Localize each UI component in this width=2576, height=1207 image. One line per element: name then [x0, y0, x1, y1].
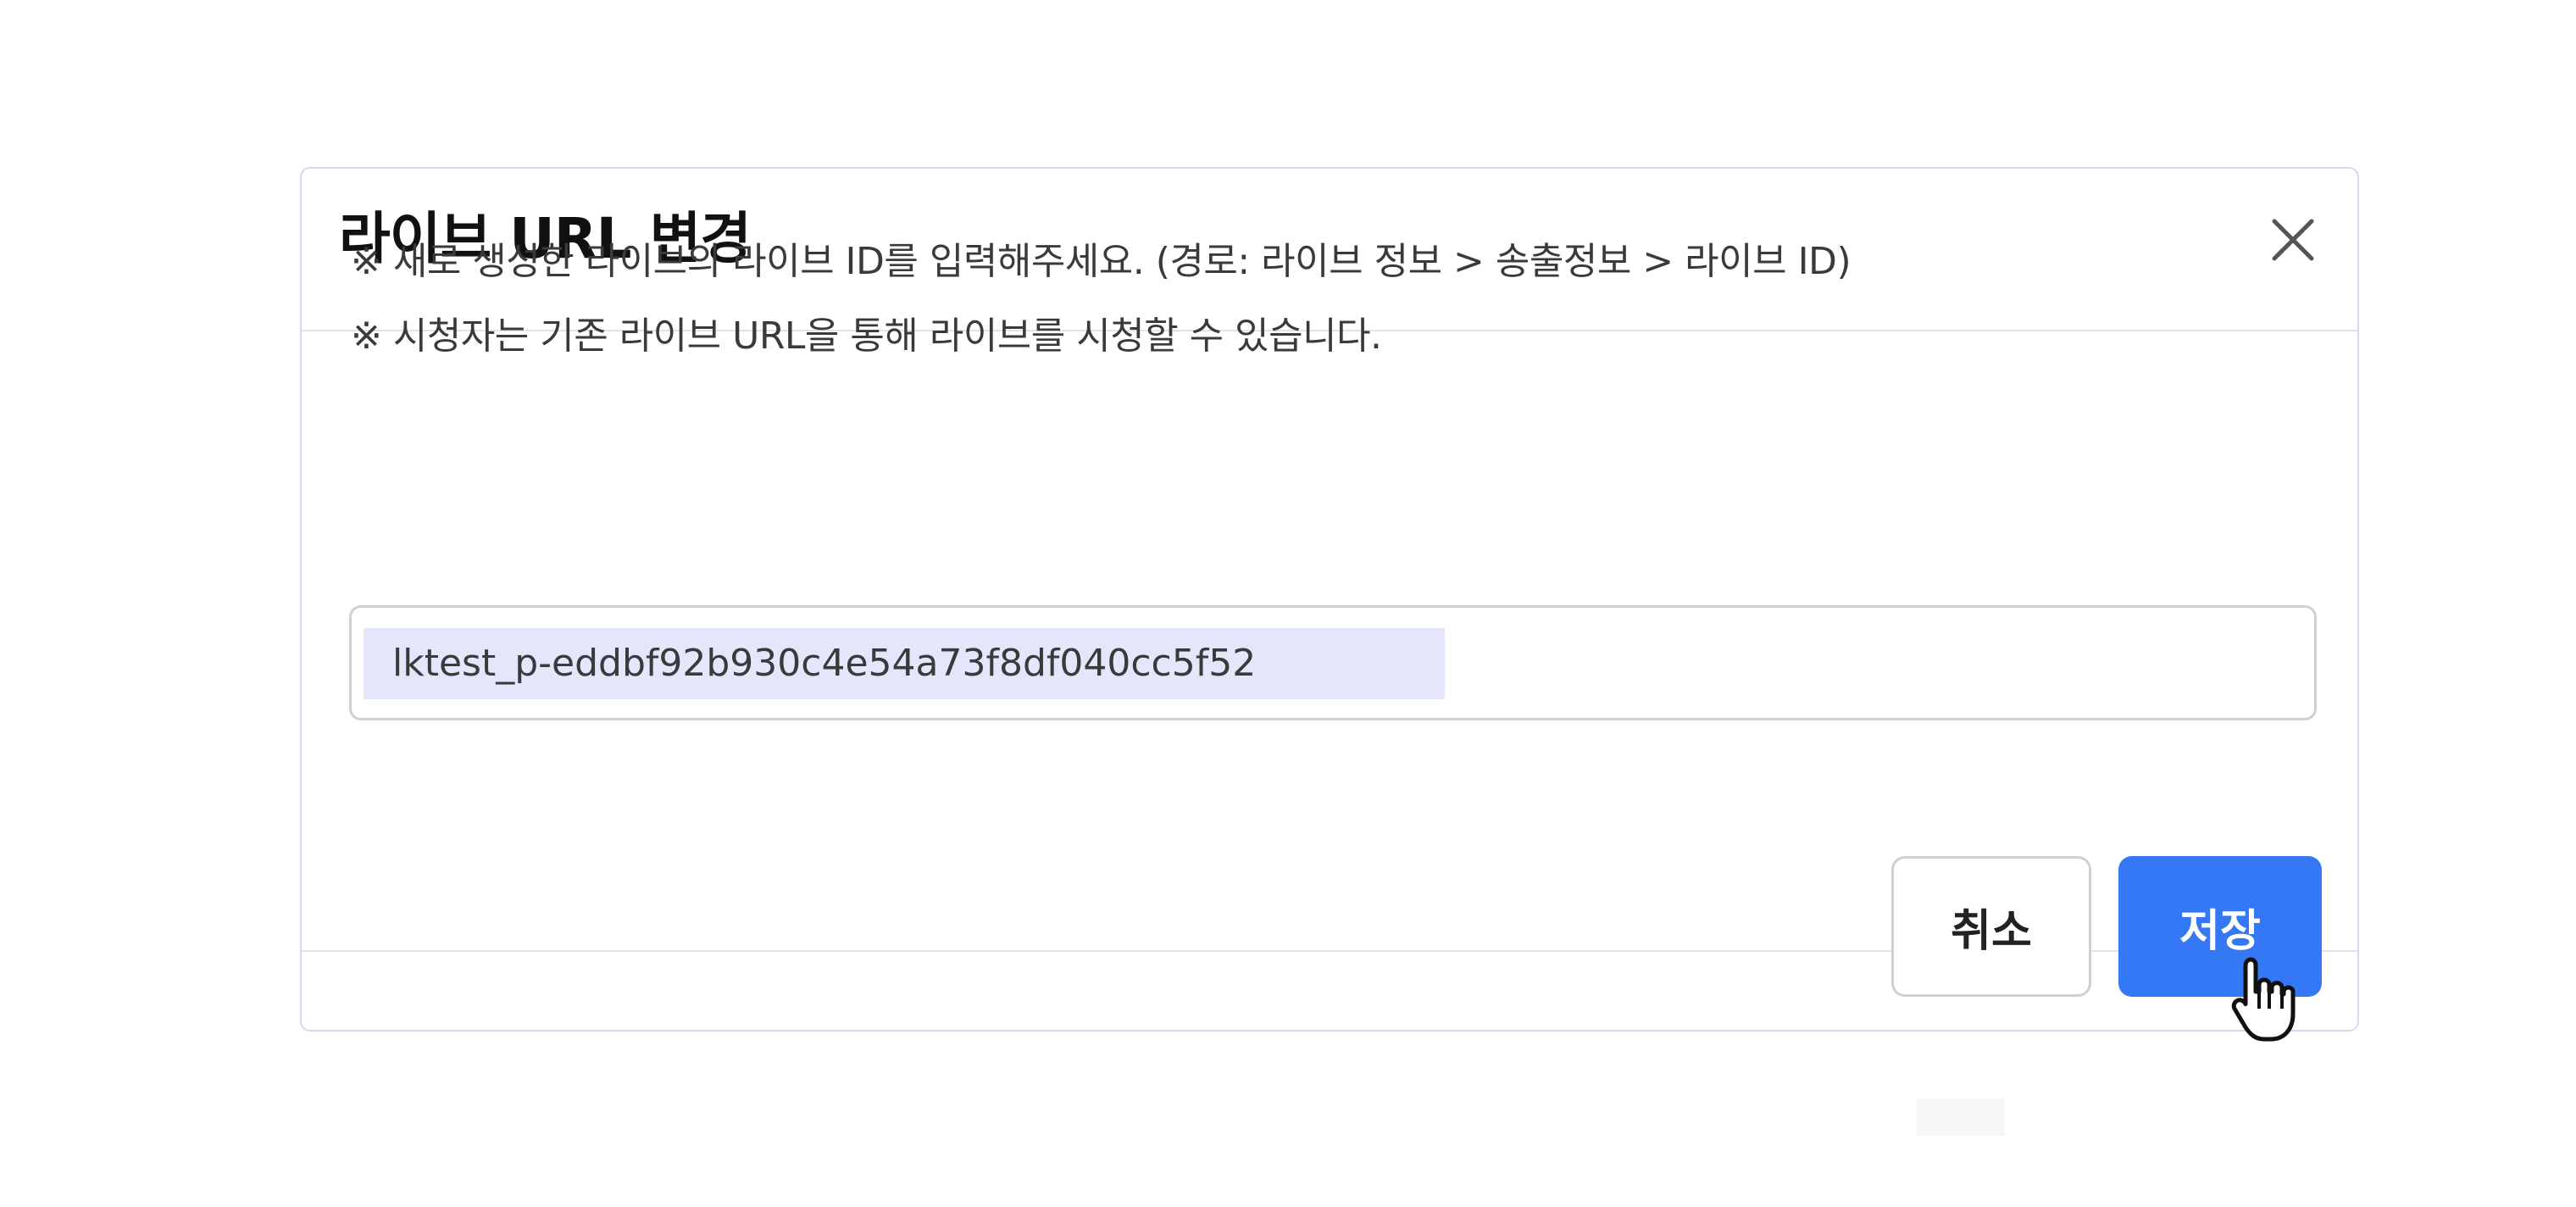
cancel-button[interactable]: 취소	[1891, 856, 2091, 997]
live-id-field	[349, 605, 2317, 720]
close-button[interactable]	[2261, 208, 2325, 272]
save-button[interactable]: 저장	[2118, 856, 2322, 997]
notice-viewer-existing-url: ※ 시청자는 기존 라이브 URL을 통해 라이브를 시청할 수 있습니다.	[351, 314, 1382, 358]
notice-live-id-path: ※ 새로 생성한 라이브의 라이브 ID를 입력해주세요. (경로: 라이브 정…	[351, 240, 1852, 283]
live-id-input[interactable]	[352, 608, 2314, 718]
background-artifact	[1917, 1099, 2005, 1136]
close-icon	[2272, 219, 2314, 261]
